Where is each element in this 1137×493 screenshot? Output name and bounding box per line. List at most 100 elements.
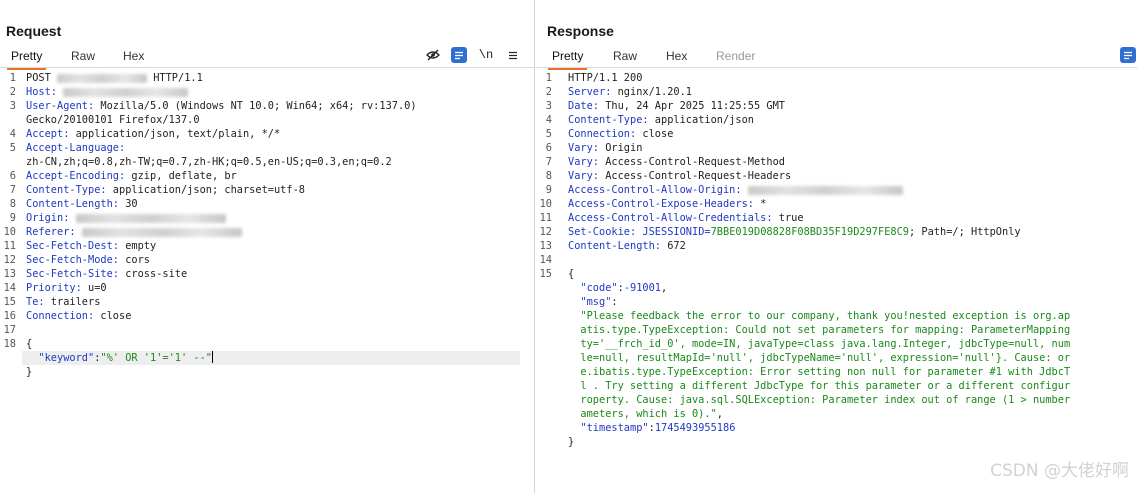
- request-tab-pretty[interactable]: Pretty: [6, 49, 47, 70]
- response-tab-raw[interactable]: Raw: [613, 49, 637, 63]
- code-line: 2 Server: nginx/1.20.1: [536, 85, 1137, 99]
- code-token: {: [26, 338, 33, 350]
- code-text: Accept-Encoding: gzip, deflate, br: [26, 169, 237, 183]
- code-token: {: [568, 268, 575, 280]
- code-token: Referer:: [26, 226, 76, 238]
- code-token: "timestamp": [580, 422, 649, 434]
- code-token: gzip, deflate, br: [125, 170, 237, 182]
- code-line: 4 Accept: application/json, text/plain, *…: [0, 127, 534, 141]
- code-text: zh-CN,zh;q=0.8,zh-TW;q=0.7,zh-HK;q=0.5,e…: [26, 155, 392, 169]
- line-number: 4: [545, 114, 552, 126]
- code-token: application/json; charset=utf-8: [106, 184, 305, 196]
- line-number: 14: [3, 282, 16, 294]
- code-line: 17: [0, 323, 534, 337]
- code-text: Access-Control-Expose-Headers: *: [568, 197, 766, 211]
- code-text: "timestamp":1745493955186: [568, 421, 735, 435]
- response-tab-pretty[interactable]: Pretty: [547, 49, 588, 70]
- request-tab-raw[interactable]: Raw: [71, 49, 95, 63]
- response-editor[interactable]: 1 HTTP/1.1 200 2 Server: nginx/1.20.1 3 Date:…: [536, 68, 1137, 493]
- code-line: 13 Content-Length: 672: [536, 239, 1137, 253]
- line-number: 12: [3, 254, 16, 266]
- code-line: 13 Sec-Fetch-Site: cross-site: [0, 267, 534, 281]
- code-token: Sec-Fetch-Site:: [26, 268, 119, 280]
- code-token: Content-Type:: [568, 114, 649, 126]
- code-token: User-Agent:: [26, 100, 95, 112]
- code-token: HTTP/1.1 200: [568, 72, 643, 84]
- code-token: ,: [716, 408, 723, 420]
- code-line: }: [536, 435, 1137, 449]
- code-line: ameters, which is 0).",: [536, 407, 1137, 421]
- response-title: Response: [547, 23, 614, 39]
- code-text: "Please feedback the error to our compan…: [568, 309, 1070, 323]
- code-line: 9 Access-Control-Allow-Origin:: [536, 183, 1137, 197]
- redacted-text: [57, 73, 147, 83]
- code-token: Connection:: [568, 128, 637, 140]
- code-text: }: [568, 435, 574, 449]
- code-token: Accept:: [26, 128, 70, 140]
- line-number: 15: [539, 268, 552, 280]
- code-line: 3 User-Agent: Mozilla/5.0 (Windows NT 10.…: [0, 99, 534, 113]
- text-caret: [212, 351, 213, 363]
- menu-icon[interactable]: [505, 47, 521, 63]
- code-line: 14 Priority: u=0: [0, 281, 534, 295]
- code-text: }: [26, 365, 32, 379]
- response-tab-render[interactable]: Render: [716, 49, 755, 63]
- code-line: 6 Vary: Origin: [536, 141, 1137, 155]
- code-token: -91001: [623, 282, 662, 294]
- hide-eye-icon[interactable]: [425, 47, 441, 63]
- code-token: trailers: [44, 296, 101, 308]
- code-token: ameters, which is 0).": [568, 408, 717, 420]
- code-token: Priority:: [26, 282, 82, 294]
- code-token: atis.type.TypeException: Could not set p…: [568, 324, 1071, 336]
- code-token: Content-Length:: [26, 198, 119, 210]
- code-token: Set-Cookie:: [568, 226, 637, 238]
- line-number: 9: [9, 212, 16, 224]
- code-text: le=null, resultMapId='null', jdbcTypeNam…: [568, 351, 1070, 365]
- code-token: }: [26, 366, 33, 378]
- code-token: "Please feedback the error to our compan…: [568, 310, 1071, 322]
- line-number: 11: [539, 212, 552, 224]
- code-text: roperty. Cause: java.sql.SQLException: P…: [568, 393, 1070, 407]
- pretty-format-icon[interactable]: [451, 47, 467, 63]
- code-token: HTTP/1.1: [147, 72, 203, 84]
- code-token: Access-Control-Expose-Headers:: [568, 198, 754, 210]
- code-token: Vary:: [568, 170, 599, 182]
- code-token: 1745493955186: [654, 422, 736, 434]
- code-token: Content-Length:: [568, 240, 661, 252]
- code-text: "code":-91001,: [568, 281, 667, 295]
- code-token: le=null, resultMapId='null', jdbcTypeNam…: [568, 352, 1071, 364]
- code-line: 10 Access-Control-Expose-Headers: *: [536, 197, 1137, 211]
- code-token: JSESSIONID=: [636, 226, 711, 238]
- request-tabbar: Pretty Raw Hex \n: [0, 44, 534, 70]
- code-text: Access-Control-Allow-Origin:: [568, 183, 903, 197]
- code-token: zh-CN,zh;q=0.8,zh-TW;q=0.7,zh-HK;q=0.5,e…: [26, 156, 392, 168]
- code-token: ; Path=/; HttpOnly: [909, 226, 1021, 238]
- code-token: Content-Type:: [26, 184, 107, 196]
- code-text: HTTP/1.1 200: [568, 71, 642, 85]
- code-token: Vary:: [568, 156, 599, 168]
- code-line: 10 Referer:: [0, 225, 534, 239]
- code-line: atis.type.TypeException: Could not set p…: [536, 323, 1137, 337]
- code-text: Referer:: [26, 225, 242, 239]
- request-tab-hex[interactable]: Hex: [123, 49, 144, 63]
- code-text: POST HTTP/1.1: [26, 71, 203, 85]
- newline-toggle-button[interactable]: \n: [478, 47, 494, 63]
- line-number: 1: [545, 72, 552, 84]
- pretty-format-icon[interactable]: [1120, 47, 1136, 63]
- code-token: Origin: [599, 142, 643, 154]
- code-token: 30: [119, 198, 138, 210]
- code-token: "msg": [580, 296, 612, 308]
- code-text: Server: nginx/1.20.1: [568, 85, 692, 99]
- line-number: 16: [3, 310, 16, 322]
- code-text: Te: trailers: [26, 295, 100, 309]
- code-token: ty='__frch_id_0', mode=IN, javaType=clas…: [568, 338, 1071, 350]
- code-line: 15 Te: trailers: [0, 295, 534, 309]
- code-token: roperty. Cause: java.sql.SQLException: P…: [568, 394, 1071, 406]
- request-editor[interactable]: 1 POST HTTP/1.1 2 Host: 3 User-Agent: Mozill…: [0, 68, 534, 493]
- line-number: 3: [545, 100, 552, 112]
- code-line: "msg":: [536, 295, 1137, 309]
- response-tab-hex[interactable]: Hex: [666, 49, 687, 63]
